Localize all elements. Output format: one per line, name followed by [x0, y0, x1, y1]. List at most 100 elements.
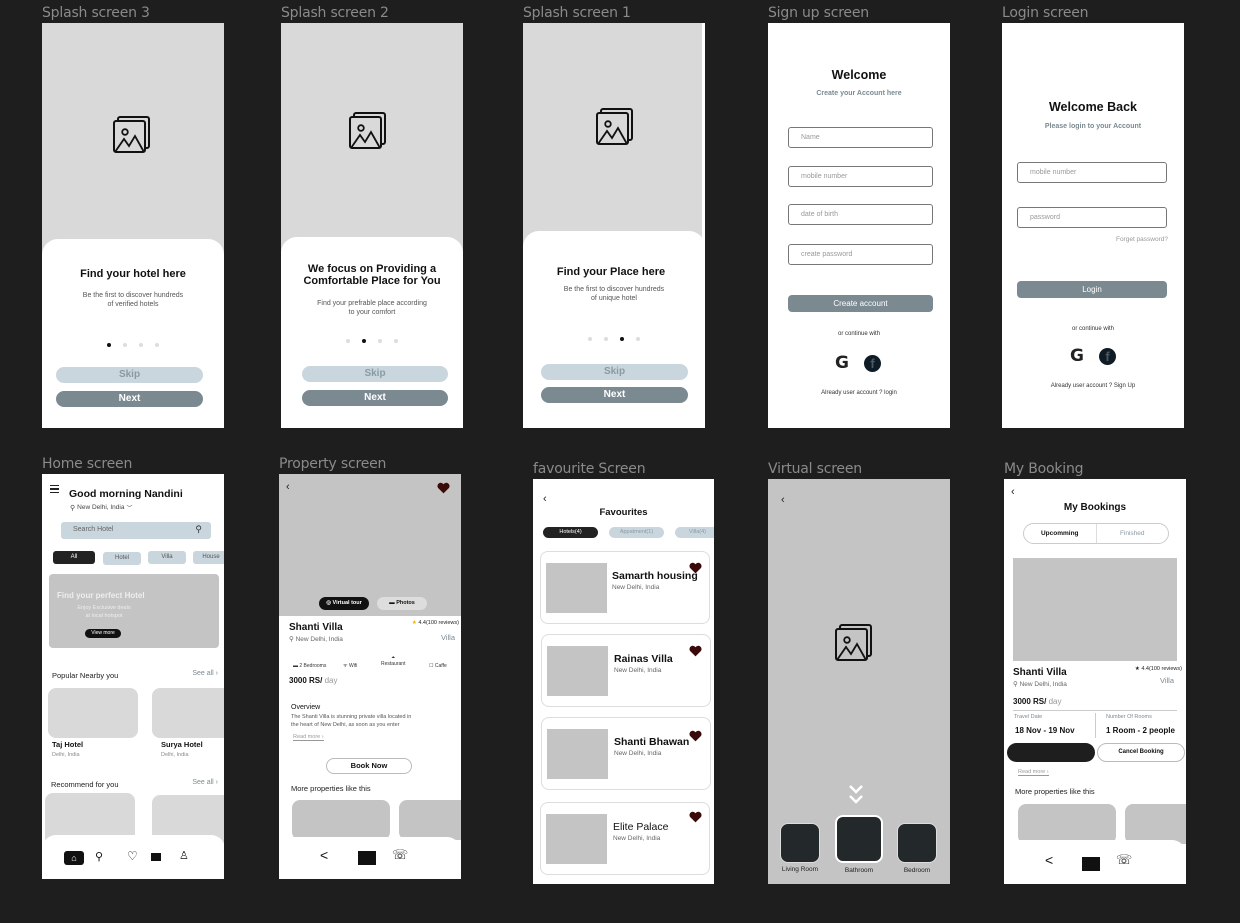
see-all-popular[interactable]: See all › [192, 670, 218, 677]
favorite-heart-icon[interactable] [689, 811, 702, 823]
page-dot[interactable] [588, 337, 592, 341]
share-icon[interactable]: < [320, 847, 328, 863]
room-thumb-living-room[interactable] [780, 823, 820, 863]
photos-button[interactable]: ▬ Photos [377, 597, 427, 610]
room-thumb-bedroom[interactable] [897, 823, 937, 863]
back-icon[interactable]: ‹ [1011, 486, 1015, 498]
more-property-card[interactable] [1125, 804, 1186, 844]
page-dot[interactable] [636, 337, 640, 341]
favorite-heart-icon[interactable] [437, 482, 450, 494]
see-all-recommend[interactable]: See all › [192, 779, 218, 786]
primary-booking-button[interactable] [1007, 743, 1095, 762]
chat-icon[interactable] [1082, 857, 1100, 871]
back-icon[interactable]: ‹ [543, 493, 547, 505]
book-now-button[interactable]: Book Now [326, 758, 412, 774]
page-dot[interactable] [346, 339, 350, 343]
tab-apartment[interactable]: Appatment(1) [609, 527, 664, 538]
chip-house[interactable]: House [193, 551, 224, 564]
more-property-card[interactable] [292, 800, 390, 840]
signup-screen: Welcome Create your Account here Name mo… [768, 23, 950, 428]
back-icon[interactable]: ‹ [781, 494, 785, 506]
call-icon[interactable]: ☏ [392, 847, 408, 863]
view-more-button[interactable]: View more [85, 629, 121, 638]
favourite-item[interactable]: Elite Palace New Delhi, India [540, 802, 710, 875]
google-icon[interactable]: G [835, 355, 852, 372]
skip-button[interactable]: Skip [56, 367, 203, 383]
page-dot[interactable] [394, 339, 398, 343]
login-link[interactable]: Already user account ? login [768, 390, 950, 396]
favorite-heart-icon[interactable] [689, 562, 702, 574]
page-dot[interactable] [604, 337, 608, 341]
share-icon[interactable]: < [1045, 852, 1053, 868]
read-more-link[interactable]: Read more › [293, 734, 324, 741]
favourite-item[interactable]: Shanti Bhawan New Delhi, India [541, 717, 711, 790]
skip-button[interactable]: Skip [302, 366, 448, 382]
mobile-number-field[interactable]: mobile number [788, 166, 933, 187]
divider [1095, 713, 1096, 738]
tab-hotels[interactable]: Hotels(4) [543, 527, 598, 538]
more-property-card[interactable] [1018, 804, 1116, 844]
location-selector[interactable]: ⚲ New Delhi, India ﹀ [70, 503, 132, 512]
facebook-icon[interactable]: f [1099, 348, 1116, 365]
page-dot[interactable] [378, 339, 382, 343]
favourite-item[interactable]: Rainas Villa New Delhi, India [541, 634, 711, 707]
room-thumb-bathroom[interactable] [835, 815, 883, 863]
virtual-tour-button[interactable]: ◎ Virtual tour [319, 597, 369, 610]
call-icon[interactable]: ☏ [1116, 852, 1132, 868]
next-button[interactable]: Next [56, 391, 203, 407]
skip-button[interactable]: Skip [541, 364, 688, 380]
page-dot[interactable] [362, 339, 366, 343]
hotel-card-image[interactable] [48, 688, 138, 738]
page-dot[interactable] [155, 343, 159, 347]
page-dot[interactable] [107, 343, 111, 347]
image-placeholder-icon [113, 116, 150, 153]
tab-villa[interactable]: Villa(4) [675, 527, 714, 538]
chip-hotel[interactable]: Hotel [103, 552, 141, 565]
star-icon: ★ [411, 620, 417, 626]
next-button[interactable]: Next [302, 390, 448, 406]
facebook-icon[interactable]: f [864, 355, 881, 372]
nav-heart-icon[interactable]: ♡ [127, 849, 138, 863]
read-more-link[interactable]: Read more › [1018, 769, 1049, 776]
forgot-password-link[interactable]: Forget password? [1116, 236, 1168, 243]
nav-map-pin-icon[interactable]: ⚲ [95, 850, 103, 863]
tab-finished[interactable]: Finished [1097, 524, 1169, 543]
menu-icon[interactable] [50, 485, 59, 493]
create-account-button[interactable]: Create account [788, 295, 933, 312]
search-input[interactable]: Search Hotel ⚲ [61, 522, 211, 539]
search-icon[interactable]: ⚲ [195, 524, 202, 535]
login-button[interactable]: Login [1017, 281, 1167, 298]
price-amount: 3000 RS/ [289, 676, 323, 685]
signup-link[interactable]: Already user account ? Sign Up [1002, 383, 1184, 389]
next-button[interactable]: Next [541, 387, 688, 403]
hotel-card-image[interactable] [152, 688, 224, 738]
more-property-card[interactable] [399, 800, 461, 840]
virtual-tour-label: Virtual tour [332, 600, 362, 606]
page-dot[interactable] [620, 337, 624, 341]
favourite-item[interactable]: Samarth housing New Delhi, India [540, 551, 710, 624]
mobile-number-field[interactable]: mobile number [1017, 162, 1167, 183]
page-dot[interactable] [123, 343, 127, 347]
name-field[interactable]: Name [788, 127, 933, 148]
chat-icon[interactable] [358, 851, 376, 865]
favorite-heart-icon[interactable] [689, 730, 702, 742]
favorite-heart-icon[interactable] [689, 645, 702, 657]
nav-profile-icon[interactable]: ♙ [179, 849, 189, 862]
onboarding-sheet: Find your hotel here Be the first to dis… [42, 239, 224, 428]
chip-villa[interactable]: Villa [148, 551, 186, 564]
cancel-booking-button[interactable]: Cancel Booking [1097, 743, 1185, 762]
back-icon[interactable]: ‹ [286, 481, 290, 493]
page-dot[interactable] [139, 343, 143, 347]
password-field[interactable]: password [1017, 207, 1167, 228]
create-password-field[interactable]: create password [788, 244, 933, 265]
item-name: Shanti Bhawan [614, 736, 690, 748]
chip-all[interactable]: All [53, 551, 95, 564]
swipe-down-icon[interactable] [848, 784, 864, 806]
nav-chat-icon[interactable] [151, 853, 161, 861]
date-of-birth-field[interactable]: date of birth [788, 204, 933, 225]
google-icon[interactable]: G [1070, 348, 1087, 365]
nav-home-icon[interactable]: ⌂ [64, 851, 84, 865]
tab-upcoming[interactable]: Upcomming [1024, 524, 1097, 543]
overview-text-1: The Shanti Villa is stunning private vil… [291, 714, 412, 720]
promo-banner[interactable]: Find your perfect Hotel Enjoy Exclusive … [49, 574, 219, 648]
